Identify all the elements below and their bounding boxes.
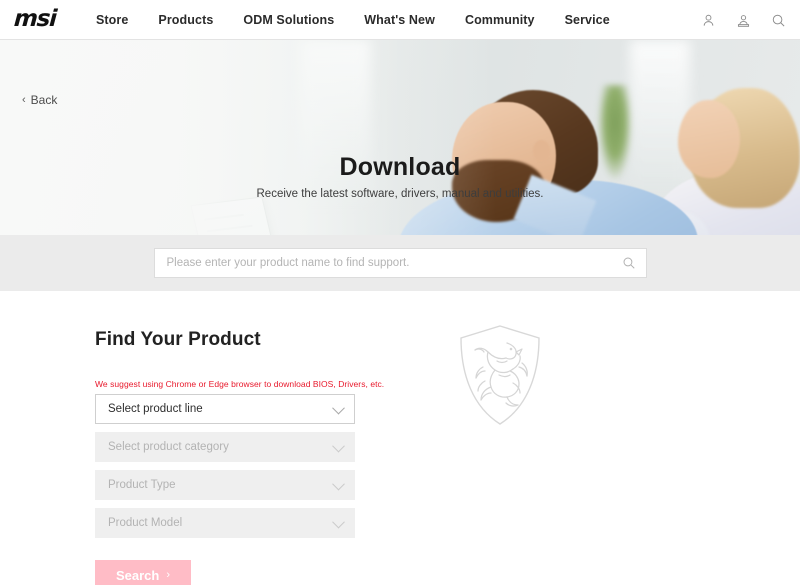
member-icon[interactable] [736,13,751,28]
search-button[interactable]: Search › [95,560,191,585]
select-product-model[interactable]: Product Model [95,508,355,538]
select-product-line-label: Select product line [108,403,203,415]
hero-banner: ‹ Back Download Receive the latest softw… [0,40,800,235]
browser-notice: We suggest using Chrome or Edge browser … [95,379,385,389]
top-navigation-bar: msi Store Products ODM Solutions What's … [0,0,800,40]
msi-logo[interactable]: msi [13,6,57,32]
search-icon[interactable] [622,256,636,270]
page-title: Download [339,153,461,181]
chevron-left-icon: ‹ [22,94,26,106]
select-product-model-label: Product Model [108,517,183,529]
chevron-down-icon [332,477,345,491]
find-your-product-section: Find Your Product We suggest using Chrom… [0,291,800,585]
nav-item-whats-new[interactable]: What's New [364,13,435,27]
chevron-right-icon: › [166,569,171,581]
back-link-label: Back [30,93,58,107]
nav-item-community[interactable]: Community [465,13,535,27]
nav-icon-group [701,0,786,40]
msi-dragon-watermark [455,323,545,428]
select-product-category[interactable]: Select product category [95,432,355,462]
search-input[interactable] [166,257,634,269]
hero-background-photo [0,40,800,235]
chevron-down-icon [332,439,345,453]
search-button-label: Search [115,567,160,583]
product-selector-group: Select product line Select product categ… [95,394,355,538]
chevron-down-icon [332,401,345,415]
select-product-line[interactable]: Select product line [95,394,355,424]
back-link[interactable]: ‹ Back [22,93,57,107]
section-title: Find Your Product [95,329,261,350]
select-product-type[interactable]: Product Type [95,470,355,500]
nav-links: Store Products ODM Solutions What's New … [96,13,610,27]
user-icon[interactable] [701,13,716,28]
page-subtitle: Receive the latest software, drivers, ma… [256,188,544,200]
nav-item-store[interactable]: Store [96,13,128,27]
nav-item-products[interactable]: Products [158,13,213,27]
chevron-down-icon [332,515,345,529]
search-band [0,235,800,291]
nav-item-odm-solutions[interactable]: ODM Solutions [243,13,334,27]
search-icon[interactable] [771,13,786,28]
nav-item-service[interactable]: Service [565,13,610,27]
product-search-box[interactable] [153,248,647,278]
select-product-category-label: Select product category [108,441,229,453]
select-product-type-label: Product Type [108,479,176,491]
page-root: msi Store Products ODM Solutions What's … [0,0,800,585]
